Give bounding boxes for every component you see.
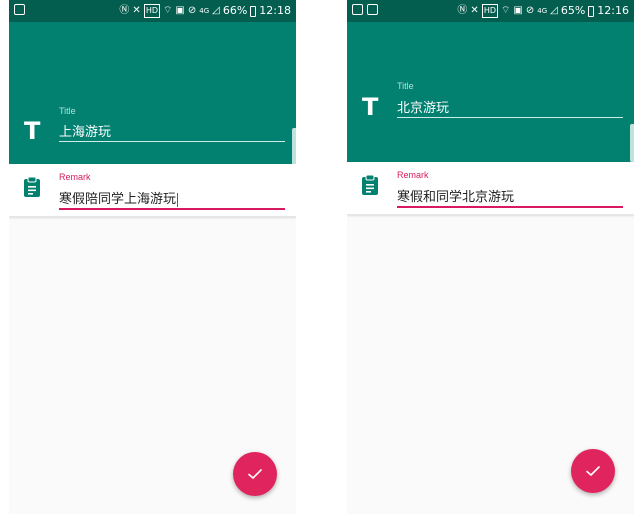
confirm-fab[interactable] [233,452,277,496]
text-format-icon: T [24,117,41,145]
title-header: T Title 北京游玩 [347,22,634,162]
mute-icon: ✕ [470,5,479,16]
remark-label: Remark [59,172,91,182]
scroll-indicator [292,128,296,166]
network-type: 4G [199,7,210,15]
signal-icon: ◿ [212,5,220,16]
title-input[interactable]: 上海游玩 [59,121,285,142]
remark-card: Remark 寒假和同学北京游玩 [347,162,634,215]
sim-icon: ▣ [513,5,523,16]
title-header: T Title 上海游玩 [9,22,296,166]
clipboard-icon [362,174,378,195]
scroll-indicator [630,124,634,162]
check-icon [586,466,600,476]
title-input[interactable]: 北京游玩 [397,97,623,118]
remark-label: Remark [397,170,429,180]
status-bar: Ⓝ ✕ HD ⌔ ▣ ⊘ 4G ◿ 65% 12:16 [347,0,634,22]
network-type: 4G [537,7,548,15]
remark-input[interactable]: 寒假陪同学上海游玩 [59,188,285,210]
remark-value: 寒假和同学北京游玩 [397,190,515,205]
text-format-icon: T [362,93,379,121]
wifi-icon: ⌔ [501,5,511,16]
mute-icon: ✕ [132,5,141,16]
nfc-icon: Ⓝ [119,5,130,16]
confirm-fab[interactable] [571,449,615,493]
battery-percent: 66% [222,4,248,17]
battery-icon [588,5,595,17]
dnd-icon: ⊘ [187,5,197,16]
hd-badge: HD [143,4,160,18]
battery-percent: 65% [560,4,586,17]
signal-icon: ◿ [550,5,558,16]
title-label: Title [59,106,76,116]
clock: 12:18 [259,4,291,17]
clipboard-icon [24,176,40,197]
title-label: Title [397,81,414,91]
image-icon [352,4,363,15]
status-bar: Ⓝ ✕ HD ⌔ ▣ ⊘ 4G ◿ 66% 12:18 [9,0,296,22]
check-icon [248,469,262,479]
screen-left: Ⓝ ✕ HD ⌔ ▣ ⊘ 4G ◿ 66% 12:18 T Title 上海游玩… [9,0,296,514]
hd-badge: HD [481,4,498,18]
notification-icon [367,4,378,15]
sim-icon: ▣ [175,5,185,16]
nfc-icon: Ⓝ [457,5,468,16]
battery-icon [250,5,257,17]
remark-value: 寒假陪同学上海游玩 [59,192,177,207]
clock: 12:16 [597,4,629,17]
remark-input[interactable]: 寒假和同学北京游玩 [397,186,623,208]
notification-icon [14,4,25,15]
wifi-icon: ⌔ [163,5,173,16]
text-cursor [177,192,179,207]
remark-card: Remark 寒假陪同学上海游玩 [9,164,296,217]
screen-right: Ⓝ ✕ HD ⌔ ▣ ⊘ 4G ◿ 65% 12:16 T Title 北京游玩… [347,0,634,514]
dnd-icon: ⊘ [525,5,535,16]
